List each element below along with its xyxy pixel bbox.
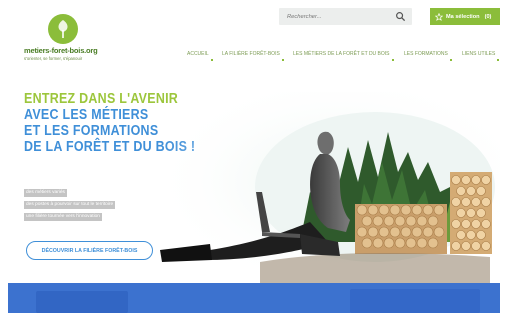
nav-item-filiere[interactable]: LA FILIÈRE FORÊT-BOIS	[222, 51, 284, 61]
section-tab[interactable]	[350, 289, 480, 313]
highlight-tag: des postes à pourvoir sur tout le territ…	[24, 201, 116, 209]
nav-label: LES MÉTIERS DE LA FORÊT ET DU BOIS	[293, 51, 390, 57]
nav-label: LES FORMATIONS	[404, 51, 448, 57]
section-tab[interactable]	[36, 291, 128, 313]
logo-tagline: s'orienter, se former, s'épanouir	[24, 56, 83, 61]
site-logo[interactable]: metiers-foret-bois.org s'orienter, se fo…	[24, 14, 116, 64]
highlight-tag: une filière tournée vers l'innovation	[24, 213, 102, 221]
my-selection-count: (0)	[484, 13, 492, 20]
nav-item-formations[interactable]: LES FORMATIONS	[404, 51, 452, 61]
discover-sector-button[interactable]: DÉCOUVRIR LA FILIÈRE FORÊT-BOIS	[26, 241, 153, 260]
tree-leaf-icon	[48, 14, 78, 44]
nav-label: ACCUEIL	[187, 51, 209, 57]
hero-illustration	[150, 92, 500, 292]
search-box	[279, 8, 412, 25]
nav-item-metiers[interactable]: LES MÉTIERS DE LA FORÊT ET DU BOIS	[293, 51, 394, 61]
search-input[interactable]	[287, 12, 387, 21]
my-selection-button[interactable]: Ma sélection (0)	[430, 8, 500, 25]
highlight-tag: des métiers variés	[24, 189, 67, 197]
nav-item-liens-utiles[interactable]: LIENS UTILES	[462, 51, 500, 61]
nav-item-accueil[interactable]: ACCUEIL	[187, 51, 213, 61]
nav-label: LA FILIÈRE FORÊT-BOIS	[222, 51, 280, 57]
star-icon	[435, 12, 443, 21]
logo-name: metiers-foret-bois.org	[24, 46, 98, 55]
next-section-band	[8, 283, 500, 313]
nav-label: LIENS UTILES	[462, 51, 496, 57]
search-icon[interactable]	[395, 11, 406, 22]
my-selection-label: Ma sélection	[446, 13, 480, 20]
page: metiers-foret-bois.org s'orienter, se fo…	[0, 0, 508, 313]
